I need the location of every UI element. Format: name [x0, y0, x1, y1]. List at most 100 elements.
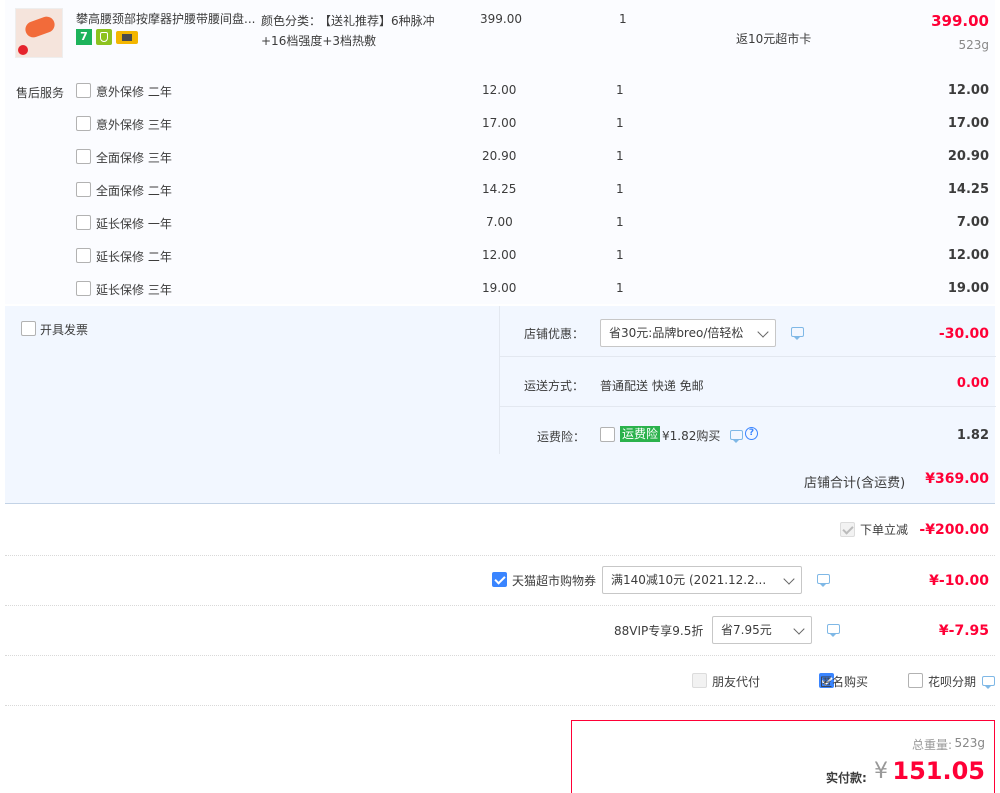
after-sales-name: 延长保修 三年 [96, 283, 172, 297]
after-sales-row: 延长保修 三年 19.00 1 19.00 [5, 281, 995, 303]
message-icon[interactable] [730, 430, 743, 443]
after-sales-price: 17.00 [482, 116, 517, 130]
after-sales-qty: 1 [616, 83, 624, 97]
product-row: 攀高腰颈部按摩器护腰带腰间盘... 7 颜色分类： 【送礼推荐】6种脉冲 +16… [5, 0, 995, 72]
message-icon[interactable] [817, 574, 830, 587]
shop-total-amount: ¥369.00 [925, 471, 989, 487]
coupon-label: 天猫超市购物券 [512, 574, 597, 588]
insurance-label: 运费险： [537, 430, 586, 444]
card-payment-icon [116, 31, 138, 44]
coupon-checkbox[interactable] [492, 572, 507, 587]
after-sales-total: 20.90 [947, 149, 989, 164]
service-guarantee-icon [96, 29, 112, 45]
unit-price: 399.00 [480, 12, 522, 26]
after-sales-checkbox[interactable] [76, 116, 91, 131]
coupon-amount: ¥-10.00 [929, 573, 989, 589]
after-sales-checkbox[interactable] [76, 182, 91, 197]
divider [5, 605, 995, 606]
after-sales-price: 20.90 [482, 149, 517, 163]
after-sales-total: 17.00 [947, 116, 989, 131]
invoice-checkbox[interactable] [21, 321, 36, 336]
after-sales-checkbox[interactable] [76, 281, 91, 296]
after-sales-checkbox[interactable] [76, 215, 91, 230]
friend-pay-checkbox[interactable] [692, 673, 707, 688]
vip-label: 88VIP专享9.5折 [614, 624, 704, 638]
after-sales-name: 延长保修 二年 [96, 250, 172, 264]
after-sales-row: 延长保修 二年 12.00 1 12.00 [5, 248, 995, 270]
help-question-icon[interactable]: ? [745, 427, 758, 440]
after-sales-name: 意外保修 三年 [96, 118, 172, 132]
huabei-checkbox[interactable] [908, 673, 923, 688]
vip-select[interactable]: 省7.95元 [712, 616, 812, 644]
after-sales-checkbox[interactable] [76, 248, 91, 263]
after-sales-name: 全面保修 三年 [96, 151, 172, 165]
seven-day-return-icon: 7 [76, 29, 92, 45]
sku-value-line1: 【送礼推荐】6种脉冲 [319, 14, 435, 28]
after-sales-price: 14.25 [482, 182, 517, 196]
message-icon[interactable] [791, 327, 804, 340]
message-icon[interactable] [982, 676, 995, 689]
after-sales-price: 12.00 [482, 83, 517, 97]
vip-select-text: 省7.95元 [721, 623, 772, 637]
after-sales-row: 意外保修 二年 12.00 1 12.00 [5, 83, 995, 105]
after-sales-total: 14.25 [947, 182, 989, 197]
after-sales-price: 7.00 [486, 215, 513, 229]
invoice-label: 开具发票 [40, 323, 89, 337]
coupon-select-text: 满140减10元 (2021.12.2... [611, 573, 767, 587]
after-sales-qty: 1 [616, 248, 624, 262]
after-sales-qty: 1 [616, 215, 624, 229]
insurance-checkbox[interactable] [600, 427, 615, 442]
chevron-down-icon [793, 623, 805, 635]
pay-label: 实付款: [826, 771, 867, 785]
shipping-amount: 0.00 [956, 376, 989, 391]
after-sales-total: 12.00 [947, 83, 989, 98]
divider [5, 655, 995, 656]
insurance-text: ¥1.82购买 [662, 429, 721, 443]
payment-summary: 总重量: 523g 实付款: ¥ 151.05 [571, 720, 995, 793]
after-sales-name: 全面保修 二年 [96, 184, 172, 198]
promo-text: 返10元超市卡 [736, 32, 812, 46]
after-sales-qty: 1 [616, 281, 624, 295]
insurance-amount: 1.82 [956, 428, 989, 443]
after-sales-price: 12.00 [482, 248, 517, 262]
instant-discount-amount: -¥200.00 [919, 522, 989, 538]
after-sales-name: 延长保修 一年 [96, 217, 172, 231]
chevron-down-icon [783, 573, 795, 585]
shop-discount-select-text: 省30元:品牌breo/倍轻松 [609, 326, 744, 340]
instant-discount-checkbox [840, 522, 855, 537]
after-sales-row: 全面保修 三年 20.90 1 20.90 [5, 149, 995, 171]
after-sales-total: 7.00 [956, 215, 989, 230]
anonymous-label: 匿名购买 [820, 675, 869, 689]
coupon-select[interactable]: 满140减10元 (2021.12.2... [602, 566, 802, 594]
sku-label: 颜色分类： [261, 14, 322, 28]
product-subtotal: 399.00 [931, 12, 989, 30]
currency-symbol: ¥ [874, 759, 888, 784]
shop-total-label: 店铺合计(含运费) [804, 476, 906, 491]
sku-value-line2: +16档强度+3档热敷 [261, 34, 377, 48]
quantity: 1 [619, 12, 627, 26]
after-sales-total: 12.00 [947, 248, 989, 263]
massager-image-icon [23, 14, 57, 40]
instant-discount-label: 下单立减 [860, 523, 909, 537]
friend-pay-label: 朋友代付 [712, 675, 761, 689]
shop-discount-label: 店铺优惠： [524, 327, 585, 341]
product-title[interactable]: 攀高腰颈部按摩器护腰带腰间盘... [76, 10, 255, 27]
vip-amount: ¥-7.95 [938, 623, 989, 639]
huabei-label: 花呗分期 [928, 675, 977, 689]
chevron-down-icon [757, 326, 769, 338]
shop-discount-select[interactable]: 省30元:品牌breo/倍轻松 [600, 319, 776, 347]
shop-discount-amount: -30.00 [938, 326, 989, 342]
message-icon[interactable] [827, 624, 840, 637]
total-weight-label: 总重量: [911, 738, 952, 752]
divider [5, 555, 995, 556]
product-weight: 523g [958, 38, 989, 52]
after-sales-checkbox[interactable] [76, 149, 91, 164]
gift-badge-icon [18, 45, 28, 55]
after-sales-total: 19.00 [947, 281, 989, 296]
after-sales-qty: 1 [616, 149, 624, 163]
after-sales-qty: 1 [616, 116, 624, 130]
after-sales-checkbox[interactable] [76, 83, 91, 98]
product-thumbnail[interactable] [15, 8, 63, 58]
pay-amount: 151.05 [892, 757, 985, 785]
after-sales-row: 全面保修 二年 14.25 1 14.25 [5, 182, 995, 204]
